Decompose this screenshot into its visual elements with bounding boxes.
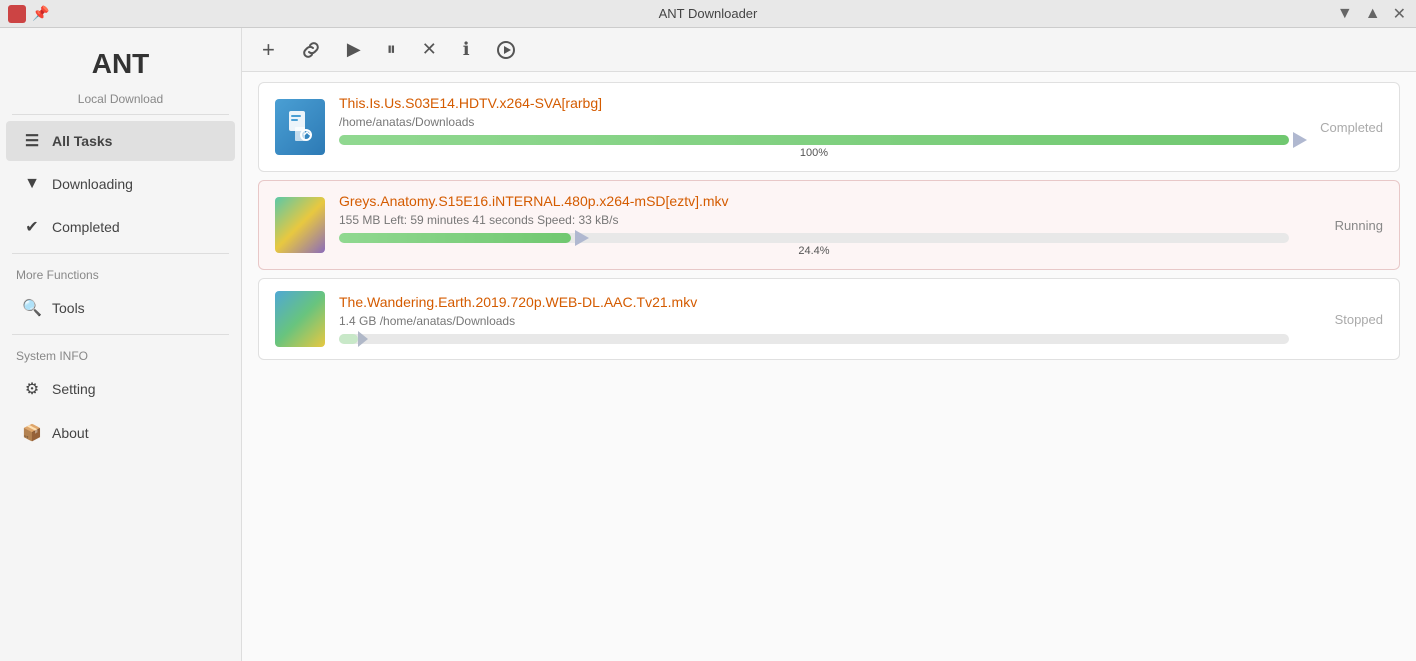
tools-icon: 🔍 bbox=[22, 298, 42, 318]
pause-button[interactable]: ⏸ bbox=[383, 35, 400, 64]
progress-bg-2 bbox=[339, 233, 1289, 243]
download-status-2: Running bbox=[1303, 218, 1383, 233]
download-info-2: Greys.Anatomy.S15E16.iNTERNAL.480p.x264-… bbox=[339, 193, 1289, 257]
minimize-button[interactable]: ▼ bbox=[1335, 4, 1355, 24]
app-icon bbox=[8, 5, 26, 23]
download-status-1: Completed bbox=[1303, 120, 1383, 135]
titlebar: 📌 ANT Downloader ▼ ▲ ✕ bbox=[0, 0, 1416, 28]
toolbar: + ▶ ⏸ ✕ ℹ bbox=[242, 28, 1416, 72]
progress-pct-2: 24.4% bbox=[339, 245, 1289, 257]
play-button[interactable] bbox=[492, 36, 520, 64]
sidebar-item-setting-label: Setting bbox=[52, 381, 96, 397]
maximize-button[interactable]: ▲ bbox=[1363, 4, 1383, 24]
check-icon: ✔ bbox=[22, 217, 42, 237]
download-info-1: This.Is.Us.S03E14.HDTV.x264-SVA[rarbg] /… bbox=[339, 95, 1289, 159]
content-area: + ▶ ⏸ ✕ ℹ bbox=[242, 28, 1416, 661]
sidebar-item-completed-label: Completed bbox=[52, 219, 120, 235]
pin-icon[interactable]: 📌 bbox=[32, 5, 49, 22]
progress-bg-3 bbox=[339, 334, 1289, 344]
download-info-3: The.Wandering.Earth.2019.720p.WEB-DL.AAC… bbox=[339, 294, 1289, 344]
stop-button[interactable]: ✕ bbox=[418, 35, 441, 64]
sidebar-item-about-label: About bbox=[52, 425, 89, 441]
download-icon: ▼ bbox=[22, 175, 42, 193]
sidebar-item-tools[interactable]: 🔍 Tools bbox=[6, 288, 235, 328]
sidebar: ANT Local Download ☰ All Tasks ▼ Downloa… bbox=[0, 28, 242, 661]
progress-arrow-3 bbox=[358, 331, 368, 347]
section-local-download: Local Download bbox=[0, 84, 241, 110]
download-meta-3: 1.4 GB /home/anatas/Downloads bbox=[339, 314, 1289, 328]
progress-bg-1 bbox=[339, 135, 1289, 145]
download-list: This.Is.Us.S03E14.HDTV.x264-SVA[rarbg] /… bbox=[242, 72, 1416, 661]
download-status-3: Stopped bbox=[1303, 312, 1383, 327]
thumbnail-2 bbox=[275, 197, 325, 253]
sidebar-item-about[interactable]: 📦 About bbox=[6, 413, 235, 453]
progress-fill-2 bbox=[339, 233, 571, 243]
sidebar-item-setting[interactable]: ⚙ Setting bbox=[6, 369, 235, 409]
progress-arrow-1 bbox=[1293, 132, 1307, 148]
download-name-3: The.Wandering.Earth.2019.720p.WEB-DL.AAC… bbox=[339, 294, 1289, 310]
divider-1 bbox=[12, 114, 229, 115]
download-path-1: /home/anatas/Downloads bbox=[339, 115, 1289, 129]
section-system-info: System INFO bbox=[0, 339, 241, 367]
divider-2 bbox=[12, 253, 229, 254]
progress-fill-3 bbox=[339, 334, 358, 344]
divider-3 bbox=[12, 334, 229, 335]
close-button[interactable]: ✕ bbox=[1391, 4, 1408, 24]
download-name-1: This.Is.Us.S03E14.HDTV.x264-SVA[rarbg] bbox=[339, 95, 1289, 111]
sidebar-item-all-tasks-label: All Tasks bbox=[52, 133, 112, 149]
info-button[interactable]: ℹ bbox=[459, 35, 474, 64]
sidebar-item-tools-label: Tools bbox=[52, 300, 85, 316]
thumbnail-1 bbox=[275, 99, 325, 155]
add-button[interactable]: + bbox=[258, 33, 279, 67]
download-meta-2: 155 MB Left: 59 minutes 41 seconds Speed… bbox=[339, 213, 1289, 227]
progress-pct-1: 100% bbox=[339, 147, 1289, 159]
titlebar-left: 📌 bbox=[8, 5, 49, 23]
window-title: ANT Downloader bbox=[659, 6, 758, 21]
start-button[interactable]: ▶ bbox=[343, 35, 365, 64]
download-item-1[interactable]: This.Is.Us.S03E14.HDTV.x264-SVA[rarbg] /… bbox=[258, 82, 1400, 172]
sidebar-item-downloading[interactable]: ▼ Downloading bbox=[6, 165, 235, 203]
progress-arrow-2 bbox=[575, 230, 589, 246]
window-controls: ▼ ▲ ✕ bbox=[1335, 4, 1408, 24]
sidebar-item-downloading-label: Downloading bbox=[52, 176, 133, 192]
app-logo: ANT bbox=[0, 28, 241, 84]
thumbnail-3 bbox=[275, 291, 325, 347]
download-name-2: Greys.Anatomy.S15E16.iNTERNAL.480p.x264-… bbox=[339, 193, 1289, 209]
sidebar-item-all-tasks[interactable]: ☰ All Tasks bbox=[6, 121, 235, 161]
progress-fill-1 bbox=[339, 135, 1289, 145]
list-icon: ☰ bbox=[22, 131, 42, 151]
section-more-functions: More Functions bbox=[0, 258, 241, 286]
box-icon: 📦 bbox=[22, 423, 42, 443]
download-item-3[interactable]: The.Wandering.Earth.2019.720p.WEB-DL.AAC… bbox=[258, 278, 1400, 360]
link-button[interactable] bbox=[297, 36, 325, 64]
sidebar-item-completed[interactable]: ✔ Completed bbox=[6, 207, 235, 247]
download-item-2[interactable]: Greys.Anatomy.S15E16.iNTERNAL.480p.x264-… bbox=[258, 180, 1400, 270]
main-layout: ANT Local Download ☰ All Tasks ▼ Downloa… bbox=[0, 28, 1416, 661]
gear-icon: ⚙ bbox=[22, 379, 42, 399]
